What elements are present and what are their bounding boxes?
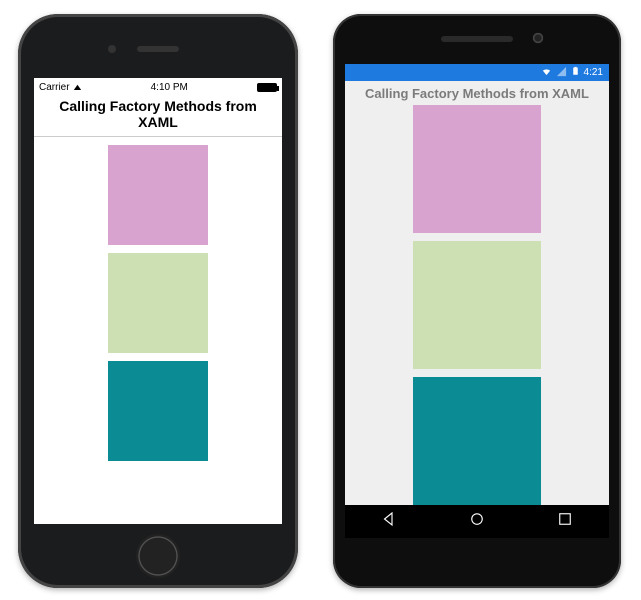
wifi-icon: [541, 66, 552, 80]
android-nav-bar: [345, 505, 609, 538]
battery-icon: [571, 65, 580, 80]
color-swatch-2: [108, 253, 208, 353]
android-screen: 4:21 Calling Factory Methods from XAML: [345, 64, 609, 538]
wifi-icon: [73, 82, 82, 93]
color-swatch-3: [108, 361, 208, 461]
ios-content: [34, 137, 282, 524]
back-button[interactable]: [380, 510, 398, 533]
android-speaker: [441, 36, 513, 42]
color-swatch-3: [413, 377, 541, 505]
color-swatch-1: [108, 145, 208, 245]
android-content: [345, 105, 609, 505]
android-front-camera: [532, 32, 544, 44]
signal-icon: [556, 66, 567, 80]
iphone-speaker: [137, 46, 179, 52]
page-title: Calling Factory Methods from XAML: [345, 81, 609, 105]
color-swatch-1: [413, 105, 541, 233]
ios-clock: 4:10 PM: [151, 82, 188, 93]
android-device-frame: 4:21 Calling Factory Methods from XAML: [333, 14, 621, 588]
carrier-label: Carrier: [39, 82, 70, 93]
android-clock: 4:21: [584, 67, 603, 78]
color-swatch-2: [413, 241, 541, 369]
ios-status-bar: Carrier 4:10 PM: [34, 78, 282, 96]
page-title: Calling Factory Methods from XAML: [34, 96, 282, 137]
android-status-bar: 4:21: [345, 64, 609, 81]
iphone-screen: Carrier 4:10 PM Calling Factory Methods …: [34, 78, 282, 524]
battery-icon: [257, 83, 277, 92]
recent-apps-button[interactable]: [556, 510, 574, 533]
iphone-home-button[interactable]: [136, 534, 180, 578]
iphone-camera: [108, 45, 116, 53]
home-button[interactable]: [468, 510, 486, 533]
iphone-device-frame: Carrier 4:10 PM Calling Factory Methods …: [18, 14, 298, 588]
